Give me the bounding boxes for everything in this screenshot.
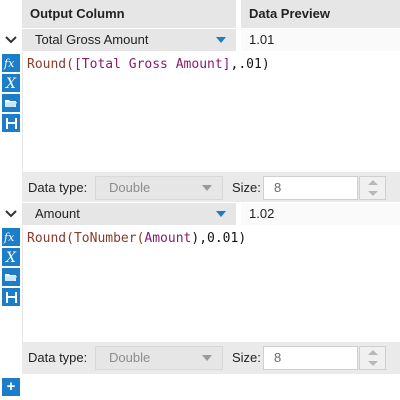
stepper-up-icon[interactable] [360, 177, 385, 188]
stepper-down-icon[interactable] [360, 188, 385, 199]
size-stepper[interactable] [359, 346, 386, 370]
stepper-up-icon[interactable] [360, 347, 385, 358]
data-type-value: Double [109, 180, 151, 195]
expression-field: Amount [144, 231, 192, 246]
stepper-down-icon[interactable] [360, 358, 385, 369]
function-icon[interactable]: fx [2, 228, 20, 246]
data-preview-value: 1.01 [241, 29, 400, 51]
output-column-select[interactable]: Amount [22, 203, 236, 225]
expression-rest: ),0.01) [191, 231, 247, 246]
data-type-label: Data type: [28, 350, 88, 365]
function-icon[interactable]: fx [2, 54, 20, 72]
open-folder-icon[interactable] [2, 94, 20, 112]
save-icon[interactable] [2, 288, 20, 306]
size-input[interactable]: 8 [263, 346, 358, 370]
save-icon[interactable] [2, 114, 20, 132]
data-type-label: Data type: [28, 180, 88, 195]
expression-function: Round( [27, 57, 74, 72]
data-type-value: Double [109, 350, 151, 365]
data-preview-header: Data Preview [241, 0, 400, 28]
size-input[interactable]: 8 [263, 176, 358, 200]
size-stepper[interactable] [359, 176, 386, 200]
variable-icon[interactable]: X [2, 248, 20, 266]
column-header: Output Column Data Preview [0, 0, 400, 28]
expression-rest: ,.01) [230, 57, 270, 72]
formula-row-1: Total Gross Amount 1.01 fx X Round([Tota… [0, 28, 400, 204]
expression-field: [Total Gross Amount] [73, 57, 231, 72]
svg-text:X: X [5, 76, 17, 90]
output-column-value: Amount [35, 206, 80, 221]
expression-tools: fx X [0, 52, 22, 172]
chevron-down-icon[interactable] [4, 33, 18, 47]
expression-tools: fx X [0, 226, 22, 346]
formula-row-header: Amount 1.02 [0, 202, 400, 226]
data-type-select[interactable]: Double [95, 176, 223, 200]
output-column-header: Output Column [22, 0, 236, 28]
size-label: Size: [232, 180, 261, 195]
variable-icon[interactable]: X [2, 74, 20, 92]
data-preview-value: 1.02 [241, 203, 400, 225]
svg-text:fx: fx [3, 231, 15, 244]
field-type-bar: Data type: Double Size: 8 [22, 172, 400, 204]
expression-editor[interactable]: Round([Total Gross Amount],.01) [22, 52, 400, 172]
open-folder-icon[interactable] [2, 268, 20, 286]
output-column-value: Total Gross Amount [35, 32, 149, 47]
output-column-select[interactable]: Total Gross Amount [22, 29, 236, 51]
expression-function: Round(ToNumber( [27, 231, 145, 246]
formula-row-header: Total Gross Amount 1.01 [0, 28, 400, 52]
dropdown-caret-icon [216, 211, 226, 217]
chevron-down-icon[interactable] [4, 207, 18, 221]
svg-text:X: X [5, 250, 17, 264]
expression-editor[interactable]: Round(ToNumber(Amount),0.01) [22, 226, 400, 344]
dropdown-caret-icon [202, 355, 212, 361]
field-type-bar: Data type: Double Size: 8 [22, 342, 400, 374]
dropdown-caret-icon [216, 37, 226, 43]
size-label: Size: [232, 350, 261, 365]
data-type-select[interactable]: Double [95, 346, 223, 370]
add-icon[interactable]: + [2, 378, 20, 396]
svg-text:fx: fx [3, 57, 15, 70]
dropdown-caret-icon [202, 185, 212, 191]
formula-row-2: Amount 1.02 fx X Round(ToNumber(Amount),… [0, 202, 400, 376]
